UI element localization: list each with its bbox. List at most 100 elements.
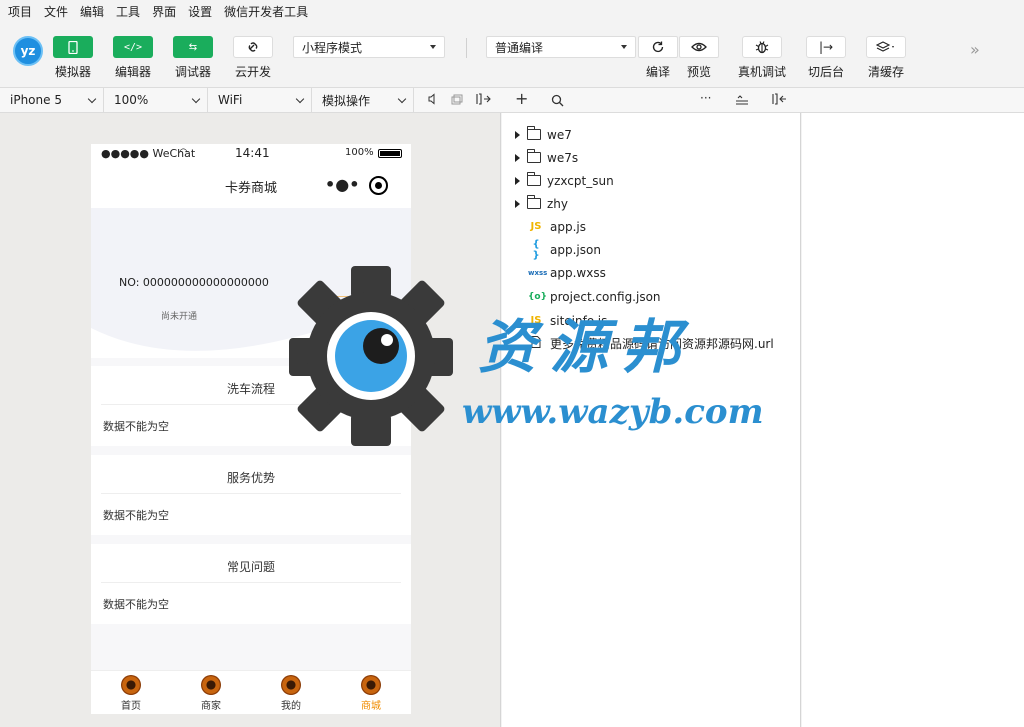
remote-debug-label: 真机调试: [737, 65, 786, 79]
compile-button[interactable]: [638, 36, 678, 58]
device-select-value: iPhone 5: [10, 93, 62, 107]
section-divider: [101, 582, 401, 583]
search-icon[interactable]: [551, 94, 564, 110]
battery-text: 100%: [345, 147, 374, 158]
tree-item-siteinfo-js[interactable]: JS siteinfo.js: [502, 309, 801, 332]
zoom-select-value: 100%: [114, 93, 149, 107]
tree-item-yzxcpt-sun[interactable]: yzxcpt_sun: [502, 169, 801, 192]
card-status: 尚未开通: [161, 312, 198, 322]
tree-item-label: app.js: [550, 219, 586, 234]
tab-mall[interactable]: 商城: [331, 675, 411, 712]
menu-project[interactable]: 项目: [8, 3, 32, 20]
expand-arrow-icon[interactable]: [515, 199, 520, 208]
home-tab-icon: [121, 675, 141, 695]
network-select[interactable]: WiFi: [208, 88, 312, 112]
menu-edit[interactable]: 编辑: [80, 3, 104, 20]
expand-arrow-icon[interactable]: [515, 153, 520, 162]
operation-select[interactable]: 模拟操作: [312, 88, 414, 112]
add-file-icon[interactable]: +: [515, 91, 528, 107]
nav-title: 卡券商城: [224, 181, 277, 196]
preview-button[interactable]: [679, 36, 719, 58]
js-file-icon: JS: [530, 221, 542, 232]
window-icon[interactable]: [451, 94, 463, 109]
clear-cache-button[interactable]: [866, 36, 906, 58]
tree-item-label: zhy: [547, 196, 569, 211]
device-select[interactable]: iPhone 5: [0, 88, 104, 112]
detach-icon[interactable]: [476, 93, 492, 108]
eye-icon: [691, 42, 707, 52]
tab-home[interactable]: 首页: [91, 675, 171, 712]
activate-badge[interactable]: [327, 296, 373, 310]
refresh-icon: [652, 41, 664, 53]
close-capsule-icon[interactable]: [369, 176, 388, 195]
expand-arrow-icon[interactable]: [515, 176, 520, 185]
mine-tab-icon: [281, 675, 301, 695]
compile-select-value: 普通编译: [495, 40, 544, 55]
menu-tools[interactable]: 工具: [116, 3, 140, 20]
section-title: 常见问题: [226, 560, 275, 574]
tree-item-url-file[interactable]: 更多免费精品源码请访问资源邦源码网.url: [502, 332, 801, 355]
cloud-label: 云开发: [234, 65, 271, 79]
merchant-tab-icon: [201, 675, 221, 695]
more-dots-icon[interactable]: •●•: [325, 175, 359, 194]
tab-merchant[interactable]: 商家: [171, 675, 251, 712]
dock-left-icon[interactable]: [772, 93, 788, 108]
operation-select-value: 模拟操作: [322, 93, 371, 108]
tree-item-app-js[interactable]: JS app.js: [502, 215, 801, 238]
simulator-panel: ●●●●● WeChat ◠ 14:41 100% 卡券商城 •●• NO: 0…: [0, 113, 501, 727]
more-icon[interactable]: ···: [700, 91, 711, 105]
wifi-icon: ◠: [179, 147, 188, 158]
chevron-down-icon: [397, 94, 407, 104]
remote-debug-button[interactable]: [742, 36, 782, 58]
tree-item-we7s[interactable]: we7s: [502, 146, 801, 169]
membership-card[interactable]: NO: 000000000000000000 尚未开通: [91, 208, 411, 358]
menu-settings[interactable]: 设置: [188, 3, 212, 20]
compile-select[interactable]: 普通编译: [486, 36, 636, 58]
tree-item-we7[interactable]: we7: [502, 123, 801, 146]
tree-item-label: 更多免费精品源码请访问资源邦源码网.url: [550, 337, 774, 351]
section-body: 数据不能为空: [103, 509, 169, 522]
tree-item-app-wxss[interactable]: wxss app.wxss: [502, 261, 801, 284]
zoom-select[interactable]: 100%: [104, 88, 208, 112]
debugger-button[interactable]: ⇆: [173, 36, 213, 58]
tree-item-project-config[interactable]: {o} project.config.json: [502, 285, 801, 308]
cloud-button[interactable]: [233, 36, 273, 58]
tree-item-label: app.wxss: [550, 265, 606, 280]
tab-mine[interactable]: 我的: [251, 675, 331, 712]
menu-view[interactable]: 界面: [152, 3, 176, 20]
tree-item-zhy[interactable]: zhy: [502, 192, 801, 215]
faq-section: 常见问题 数据不能为空: [91, 544, 411, 624]
caret-down-icon: [430, 45, 436, 49]
simulator-label: 模拟器: [54, 65, 91, 79]
section-title: 洗车流程: [226, 382, 275, 396]
expand-more-icon[interactable]: »: [970, 40, 980, 59]
collapse-tree-icon[interactable]: [735, 94, 749, 109]
background-button[interactable]: |→: [806, 36, 846, 58]
mode-select[interactable]: 小程序模式: [293, 36, 445, 58]
speaker-icon[interactable]: [428, 93, 438, 108]
tree-item-label: app.json: [550, 242, 601, 257]
chevron-down-icon: [295, 94, 305, 104]
folder-icon: [527, 195, 541, 209]
tree-item-label: we7: [547, 127, 572, 142]
folder-icon: [527, 172, 541, 186]
menu-file[interactable]: 文件: [44, 3, 68, 20]
toolbar: yz 模拟器 </> 编辑器 ⇆ 调试器 云开发 小程序模式 普通编译 编译 预…: [0, 22, 1024, 88]
menu-wechat-devtools[interactable]: 微信开发者工具: [224, 3, 308, 20]
simulator-button[interactable]: [53, 36, 93, 58]
editor-button[interactable]: </>: [113, 36, 153, 58]
phone-nav-bar: 卡券商城 •●•: [91, 164, 411, 208]
js-file-icon: JS: [530, 315, 542, 326]
debugger-label: 调试器: [174, 65, 211, 79]
config-file-icon: {o}: [528, 291, 547, 302]
section-title: 服务优势: [226, 471, 275, 485]
cloud-link-icon: [248, 42, 258, 52]
section-divider: [101, 404, 401, 405]
expand-arrow-icon[interactable]: [515, 130, 520, 139]
section-divider: [101, 493, 401, 494]
tab-label: 商城: [361, 701, 381, 712]
tree-item-app-json[interactable]: { } app.json: [502, 238, 801, 261]
mall-tab-icon: [361, 675, 381, 695]
simulator-subbar: iPhone 5 100% WiFi 模拟操作 + ···: [0, 88, 1024, 113]
clear-cache-label: 清缓存: [867, 65, 904, 79]
